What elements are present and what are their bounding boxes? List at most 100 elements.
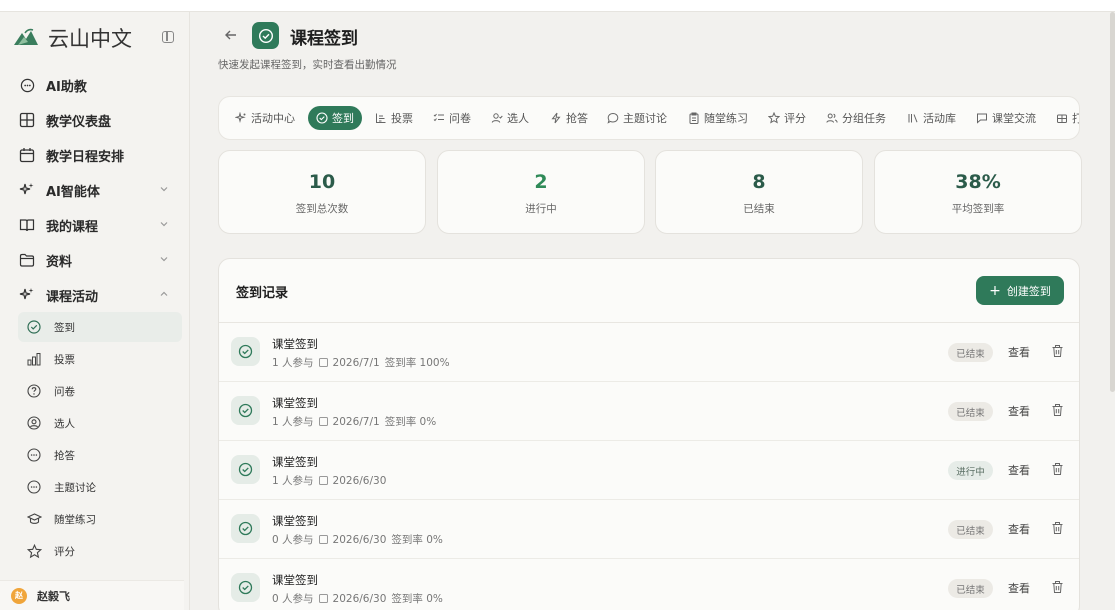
bar-chart-icon — [375, 112, 387, 124]
checkin-row[interactable]: 课堂签到 1 人参与 2026/7/1 签到率 100% 已结束 查看 — [219, 323, 1079, 382]
trash-icon[interactable] — [1051, 580, 1064, 594]
tab-label: 随堂练习 — [704, 112, 748, 125]
back-arrow-icon[interactable] — [222, 26, 240, 44]
sidebar-subitem-pick-person[interactable]: 选人 — [18, 408, 182, 438]
sidebar-subitem-label: 选人 — [54, 417, 75, 430]
sidebar-subitem-rating[interactable]: 评分 — [18, 536, 182, 566]
checkin-row[interactable]: 课堂签到 0 人参与 2026/6/30 签到率 0% 已结束 查看 — [219, 500, 1079, 559]
app-root: 云山中文 AI助教 教学仪表盘 教学日程安排 AI智能体 我的课程 资料 课程活… — [0, 0, 1115, 610]
check-circle-icon — [231, 455, 260, 484]
checkin-row[interactable]: 课堂签到 1 人参与 2026/7/1 签到率 0% 已结束 查看 — [219, 382, 1079, 441]
stat-label: 平均签到率 — [951, 203, 1005, 215]
sidebar-toggle-icon[interactable] — [162, 31, 174, 43]
sidebar-subitem-label: 签到 — [54, 321, 75, 334]
checkin-row[interactable]: 课堂签到 0 人参与 2026/6/30 签到率 0% 已结束 查看 — [219, 559, 1079, 610]
sidebar-item-my-courses[interactable]: 我的课程 — [10, 210, 182, 240]
tab-vote[interactable]: 投票 — [375, 106, 413, 130]
sidebar-subitem-quick-answer[interactable]: 抢答 — [18, 440, 182, 470]
checkin-title-icon — [252, 22, 279, 49]
row-title: 课堂签到 — [272, 396, 318, 410]
tab-rating[interactable]: 评分 — [768, 106, 806, 130]
status-badge: 已结束 — [948, 402, 993, 421]
sidebar-subitem-survey[interactable]: 问卷 — [18, 376, 182, 406]
users-icon — [826, 112, 838, 124]
sidebar-item-ai-agent[interactable]: AI智能体 — [10, 175, 182, 205]
row-participants: 1 人参与 — [272, 416, 314, 428]
row-meta: 1 人参与 2026/7/1 签到率 100% — [272, 355, 455, 370]
sidebar-subitem-vote[interactable]: 投票 — [18, 344, 182, 374]
user-name: 赵毅飞 — [37, 589, 70, 603]
row-rate: 签到率 0% — [391, 593, 443, 605]
status-badge: 进行中 — [948, 461, 993, 480]
page-subtitle: 快速发起课程签到，实时查看出勤情况 — [218, 59, 397, 71]
chevron-down-icon[interactable] — [158, 183, 170, 195]
chevron-down-icon[interactable] — [158, 218, 170, 230]
page-scrollbar[interactable] — [1110, 12, 1115, 392]
sidebar-item-label: 课程活动 — [46, 289, 99, 305]
chevron-down-icon[interactable] — [158, 253, 170, 265]
check-circle-icon — [26, 319, 42, 335]
sidebar-item-label: 教学日程安排 — [46, 149, 125, 165]
sidebar-item-ai-assistant[interactable]: AI助教 — [10, 70, 182, 100]
star-icon — [26, 543, 42, 559]
tab-group-task[interactable]: 分组任务 — [826, 106, 886, 130]
view-button[interactable]: 查看 — [1008, 462, 1030, 478]
row-date: 2026/7/1 — [332, 416, 380, 428]
row-participants: 1 人参与 — [272, 475, 314, 487]
chat-dots-icon — [26, 479, 42, 495]
sidebar-subitem-label: 评分 — [54, 545, 75, 558]
stat-card-total: 10 签到总次数 — [218, 150, 426, 234]
sidebar-item-dashboard[interactable]: 教学仪表盘 — [10, 105, 182, 135]
sidebar-item-course-activities[interactable]: 课程活动 — [10, 280, 182, 310]
sidebar-subitem-practice[interactable]: 随堂练习 — [18, 504, 182, 534]
view-button[interactable]: 查看 — [1008, 580, 1030, 596]
trash-icon[interactable] — [1051, 344, 1064, 358]
stat-value: 8 — [752, 171, 766, 193]
trash-icon[interactable] — [1051, 521, 1064, 535]
checkin-row[interactable]: 课堂签到 1 人参与 2026/6/30 进行中 查看 — [219, 441, 1079, 500]
view-button[interactable]: 查看 — [1008, 344, 1030, 360]
tab-label: 签到 — [332, 112, 354, 125]
tab-activity-library[interactable]: 活动库 — [907, 106, 956, 130]
plus-icon: + — [989, 282, 1001, 299]
tab-label: 投票 — [391, 112, 413, 125]
create-checkin-button[interactable]: + 创建签到 — [976, 276, 1064, 305]
top-strip — [0, 0, 1115, 12]
sidebar-subitem-checkin[interactable]: 签到 — [18, 312, 182, 342]
tab-label: 活动库 — [923, 112, 956, 125]
star-icon — [768, 112, 780, 124]
stat-label: 已结束 — [743, 203, 775, 215]
tab-pick-person[interactable]: 选人 — [491, 106, 529, 130]
user-profile[interactable]: 赵 赵毅飞 — [0, 580, 184, 610]
brand-name: 云山中文 — [48, 27, 132, 51]
create-checkin-label: 创建签到 — [1006, 284, 1051, 298]
brand[interactable]: 云山中文 — [12, 22, 132, 54]
list-check-icon — [433, 112, 445, 124]
check-circle-icon — [316, 112, 328, 124]
chevron-up-icon[interactable] — [158, 288, 170, 300]
tab-label: 主题讨论 — [623, 112, 667, 125]
tab-activity-center[interactable]: 活动中心 — [235, 106, 295, 130]
dashboard-grid-icon — [18, 111, 36, 129]
sidebar-item-schedule[interactable]: 教学日程安排 — [10, 140, 182, 170]
trash-icon[interactable] — [1051, 462, 1064, 476]
trash-icon[interactable] — [1051, 403, 1064, 417]
tab-survey[interactable]: 问卷 — [433, 106, 471, 130]
check-circle-icon — [231, 337, 260, 366]
view-button[interactable]: 查看 — [1008, 403, 1030, 419]
row-date: 2026/6/30 — [332, 475, 387, 487]
sidebar-item-materials[interactable]: 资料 — [10, 245, 182, 275]
chat-dots-icon — [26, 447, 42, 463]
tab-overflow[interactable]: 打 — [1056, 106, 1079, 130]
stat-value: 38% — [955, 171, 1001, 193]
view-button[interactable]: 查看 — [1008, 521, 1030, 537]
tab-practice[interactable]: 随堂练习 — [688, 106, 748, 130]
tab-quick-answer[interactable]: 抢答 — [550, 106, 588, 130]
calendar-icon — [318, 417, 328, 426]
tab-topic-discussion[interactable]: 主题讨论 — [607, 106, 667, 130]
sidebar-subitem-label: 投票 — [54, 353, 75, 366]
tab-checkin[interactable]: 签到 — [308, 106, 362, 130]
tab-class-communication[interactable]: 课堂交流 — [976, 106, 1036, 130]
sidebar-subitem-topic-discussion[interactable]: 主题讨论 — [18, 472, 182, 502]
status-badge: 已结束 — [948, 343, 993, 362]
